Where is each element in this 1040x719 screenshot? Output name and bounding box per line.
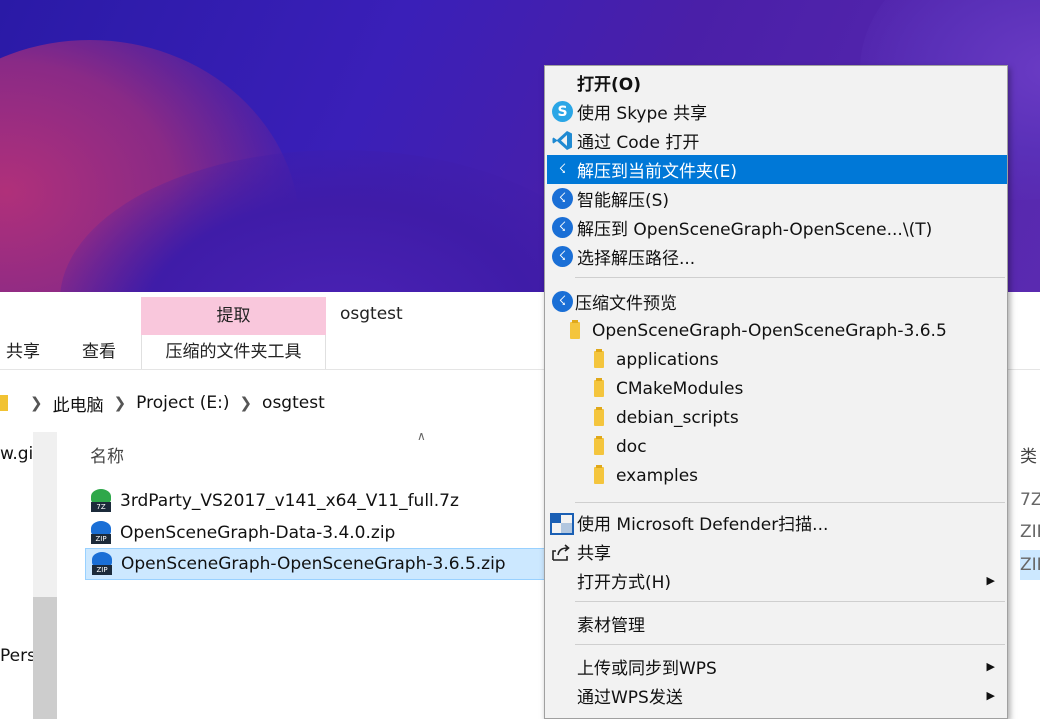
breadcrumb-folder[interactable]: osgtest <box>262 393 325 413</box>
bandizip-icon: ☇ <box>552 291 573 312</box>
menu-item-archive-preview[interactable]: ☇ 压缩文件预览 <box>547 287 1007 316</box>
menu-item-preview-folder[interactable]: debian_scripts <box>547 403 1007 432</box>
navigation-pane: w.gi Perso <box>0 432 60 719</box>
submenu-arrow-icon: ▶ <box>986 660 995 673</box>
bandizip-icon: ☇ <box>552 217 573 238</box>
tab-share[interactable]: 共享 <box>6 335 40 369</box>
file-row[interactable]: ZIP OpenSceneGraph-Data-3.4.0.zip <box>85 517 555 549</box>
breadcrumb-drive[interactable]: Project (E:) <box>136 393 229 413</box>
skype-icon: S <box>552 101 573 122</box>
share-icon <box>550 541 571 562</box>
zip-archive-icon: ZIP <box>90 521 112 545</box>
scrollbar-thumb[interactable] <box>33 597 57 719</box>
chevron-right-icon[interactable]: ❯ <box>114 394 127 412</box>
zip-archive-icon: ZIP <box>91 552 113 576</box>
file-type: ZIP <box>1020 550 1040 580</box>
bandizip-icon: ☇ <box>552 246 573 267</box>
menu-item-extract-to-folder[interactable]: ☇ 解压到 OpenSceneGraph-OpenScene...\(T) <box>547 213 1007 242</box>
tab-view[interactable]: 查看 <box>82 335 116 369</box>
bandizip-icon: ☇ <box>552 188 573 209</box>
menu-item-preview-folder[interactable]: doc <box>547 432 1007 461</box>
folder-icon <box>0 395 8 411</box>
menu-item-share[interactable]: 共享 <box>547 537 1007 566</box>
file-name: OpenSceneGraph-Data-3.4.0.zip <box>120 523 396 543</box>
menu-item-preview-folder[interactable]: examples <box>547 461 1007 490</box>
menu-separator <box>575 502 1005 503</box>
bandizip-icon: ☇ <box>558 162 567 177</box>
chevron-right-icon[interactable]: ❯ <box>30 394 43 412</box>
menu-item-wps-send[interactable]: 通过WPS发送 ▶ <box>547 681 1007 710</box>
nav-item[interactable]: w.gi <box>0 444 33 464</box>
file-row[interactable]: 7Z 3rdParty_VS2017_v141_x64_V11_full.7z <box>85 485 555 517</box>
menu-item-defender-scan[interactable]: 使用 Microsoft Defender扫描... <box>547 508 1007 537</box>
folder-icon <box>594 436 604 455</box>
tab-compressed-folder-tools[interactable]: 压缩的文件夹工具 <box>141 335 326 369</box>
menu-separator <box>575 644 1005 645</box>
window-title: osgtest <box>340 304 403 324</box>
submenu-arrow-icon: ▶ <box>986 574 995 587</box>
defender-icon <box>550 512 574 535</box>
menu-item-skype-share[interactable]: S 使用 Skype 共享 <box>547 97 1007 126</box>
menu-item-smart-extract[interactable]: ☇ 智能解压(S) <box>547 184 1007 213</box>
submenu-arrow-icon: ▶ <box>986 689 995 702</box>
menu-separator <box>575 277 1005 278</box>
chevron-right-icon[interactable]: ❯ <box>239 394 252 412</box>
breadcrumb-this-pc[interactable]: 此电脑 <box>53 391 104 416</box>
folder-icon <box>594 407 604 426</box>
menu-item-open-with[interactable]: 打开方式(H) ▶ <box>547 566 1007 595</box>
menu-item-preview-root-folder[interactable]: OpenSceneGraph-OpenSceneGraph-3.6.5 <box>547 316 1007 345</box>
menu-item-wps-sync[interactable]: 上传或同步到WPS ▶ <box>547 652 1007 681</box>
menu-item-preview-folder[interactable]: CMakeModules <box>547 374 1007 403</box>
menu-item-asset-management[interactable]: 素材管理 <box>547 609 1007 638</box>
vscode-icon <box>552 130 573 151</box>
column-header-type[interactable]: 类 <box>1020 442 1037 467</box>
menu-item-choose-extract-path[interactable]: ☇ 选择解压路径... <box>547 242 1007 271</box>
file-row-selected[interactable]: ZIP OpenSceneGraph-OpenSceneGraph-3.6.5.… <box>85 548 555 580</box>
context-menu: 打开(O) S 使用 Skype 共享 通过 Code 打开 ☇ 解压到当前文件… <box>544 65 1008 719</box>
menu-item-preview-folder[interactable]: applications <box>547 345 1007 374</box>
menu-separator <box>575 601 1005 602</box>
file-type: 7Z <box>1020 490 1040 510</box>
file-name: 3rdParty_VS2017_v141_x64_V11_full.7z <box>120 491 459 511</box>
folder-icon <box>594 465 604 484</box>
7z-archive-icon: 7Z <box>90 489 112 513</box>
column-header-name[interactable]: 名称 <box>90 442 124 467</box>
sort-ascending-icon: ∧ <box>417 429 426 443</box>
file-name: OpenSceneGraph-OpenSceneGraph-3.6.5.zip <box>121 554 506 574</box>
menu-item-open[interactable]: 打开(O) <box>547 68 1007 97</box>
menu-item-extract-here[interactable]: ☇ 解压到当前文件夹(E) <box>547 155 1007 184</box>
folder-icon <box>594 378 604 397</box>
menu-item-open-with-code[interactable]: 通过 Code 打开 <box>547 126 1007 155</box>
file-type: ZIP <box>1020 522 1040 542</box>
folder-icon <box>570 320 580 339</box>
folder-icon <box>594 349 604 368</box>
context-tab-header: 提取 <box>141 297 326 335</box>
